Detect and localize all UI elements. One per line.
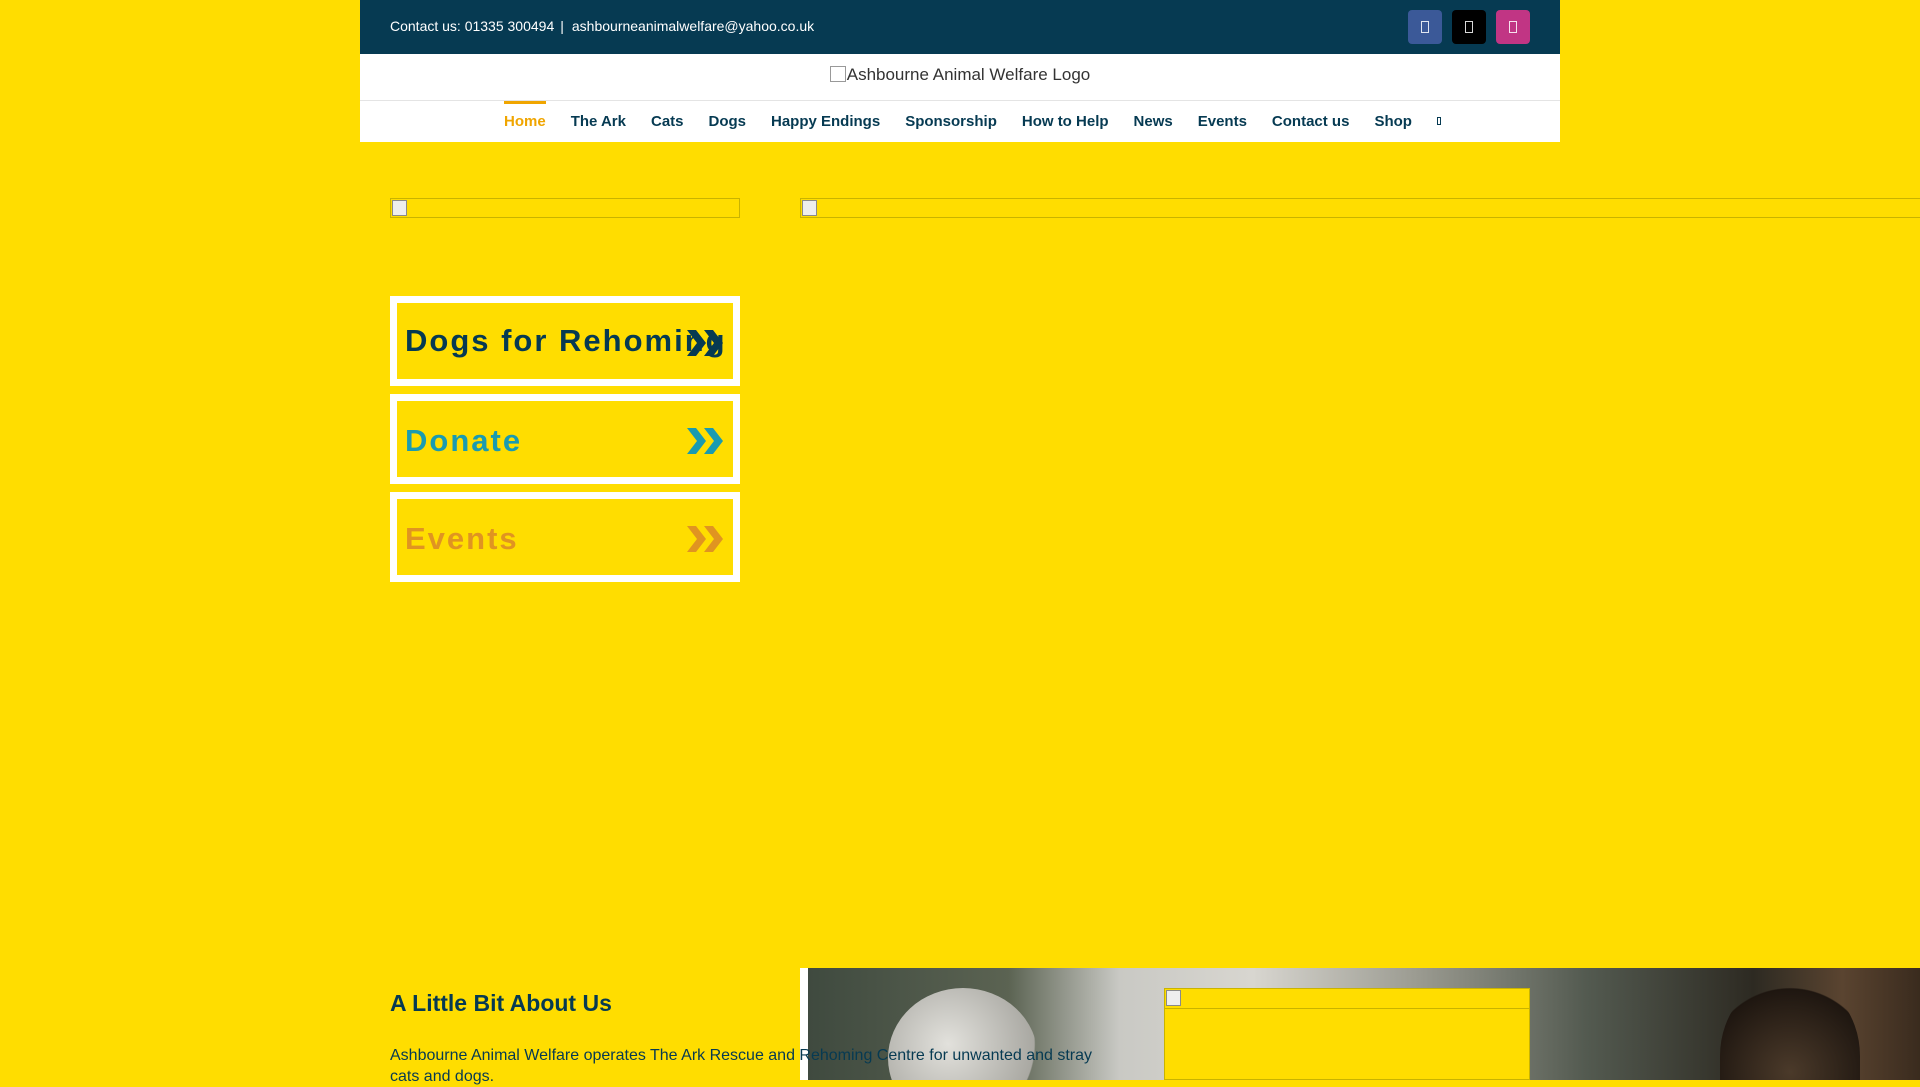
broken-image-icon [1166, 990, 1181, 1006]
nav-item-sponsorship[interactable]: Sponsorship [905, 101, 997, 130]
site-logo[interactable]: Ashbourne Animal Welfare Logo [360, 65, 1560, 85]
top-bar: Contact us: 01335 300494 | ashbourneanimal… [360, 0, 1560, 54]
x-icon[interactable] [1452, 10, 1486, 44]
double-chevron-right-icon [687, 330, 723, 356]
cta-label: Events [405, 521, 519, 556]
about-text: Ashbourne Animal Welfare operates The Ar… [390, 1047, 1093, 1085]
facebook-icon[interactable] [1408, 10, 1442, 44]
nav-item-events[interactable]: Events [1198, 101, 1247, 130]
overlay-image [1164, 988, 1530, 1080]
broken-image-icon [802, 200, 817, 216]
main-nav: Home The Ark Cats Dogs Happy Endings Spo… [504, 101, 1441, 130]
image-border-line [1165, 1008, 1529, 1009]
contact-phone[interactable]: Contact us: 01335 300494 [390, 18, 554, 34]
nav-item-contact-us[interactable]: Contact us [1272, 101, 1350, 130]
cta-label: Dogs for Rehoming [405, 323, 727, 358]
instagram-icon[interactable] [1496, 10, 1530, 44]
search-icon[interactable] [1436, 117, 1441, 125]
nav-item-how-to-help[interactable]: How to Help [1022, 101, 1109, 130]
events-button[interactable]: Events [390, 492, 740, 582]
cta-inner: Dogs for Rehoming [397, 303, 733, 379]
donate-button[interactable]: Donate [390, 394, 740, 484]
social-links [1408, 10, 1530, 44]
cta-inner: Donate [397, 401, 733, 477]
broken-image-icon [392, 200, 407, 216]
nav-item-shop[interactable]: Shop [1374, 101, 1412, 130]
double-chevron-right-icon [687, 526, 723, 552]
dogs-for-rehoming-button[interactable]: Dogs for Rehoming [390, 296, 740, 386]
hero-image [800, 198, 1920, 218]
contact-info: Contact us: 01335 300494 | ashbourneanimal… [390, 18, 814, 34]
nav-item-home[interactable]: Home [504, 101, 546, 130]
nav-item-cats[interactable]: Cats [651, 101, 684, 130]
site-header: Ashbourne Animal Welfare Logo Home The A… [360, 54, 1560, 142]
double-chevron-right-icon [687, 428, 723, 454]
about-heading: A Little Bit About Us [390, 990, 612, 1016]
logo-alt-text: Ashbourne Animal Welfare Logo [846, 65, 1091, 84]
nav-item-dogs[interactable]: Dogs [709, 101, 747, 130]
nav-item-news[interactable]: News [1134, 101, 1173, 130]
sidebar-image [390, 198, 740, 218]
contact-separator: | [560, 18, 564, 34]
cta-inner: Events [397, 499, 733, 575]
contact-email[interactable]: ashbourneanimalwelfare@yahoo.co.uk [572, 18, 814, 34]
broken-image-icon [829, 66, 846, 82]
nav-item-the-ark[interactable]: The Ark [571, 101, 626, 130]
cta-label: Donate [405, 423, 523, 458]
nav-item-happy-endings[interactable]: Happy Endings [771, 101, 880, 130]
